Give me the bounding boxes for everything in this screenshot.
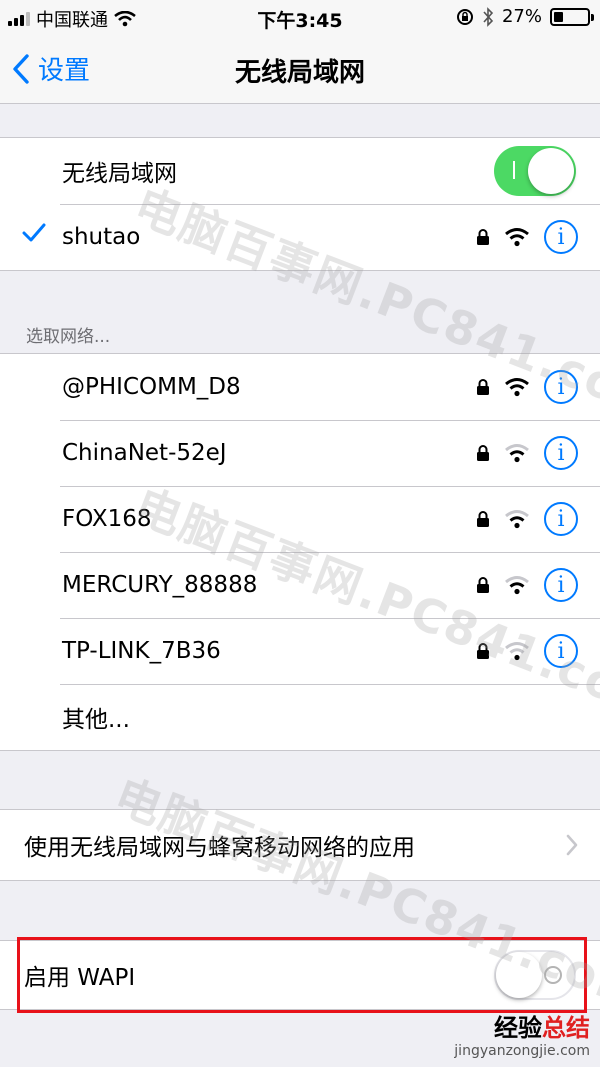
network-name: ChinaNet-52eJ (62, 440, 227, 466)
orientation-lock-icon (456, 8, 473, 25)
network-row[interactable]: ChinaNet-52eJ i (0, 420, 600, 486)
network-accessories: i (476, 220, 578, 254)
wlan-group: 无线局域网 shutao i (0, 137, 600, 271)
logo-main: 经验总结 (454, 1008, 590, 1043)
page-title: 无线局域网 (234, 58, 365, 88)
network-accessories: i (476, 634, 578, 668)
wifi-signal-icon (505, 510, 529, 529)
network-row[interactable]: FOX168 i (0, 486, 600, 552)
other-network-label: 其他... (62, 707, 130, 733)
connected-network-name: shutao (62, 224, 141, 250)
toggle-knob (528, 148, 574, 194)
lock-icon (477, 511, 489, 527)
network-name: MERCURY_88888 (62, 572, 258, 598)
status-right: 27% (456, 6, 594, 27)
nav-bar: 设置 无线局域网 (0, 34, 600, 104)
network-row[interactable]: MERCURY_88888 i (0, 552, 600, 618)
other-network-row[interactable]: 其他... (0, 684, 600, 750)
logo-sub: jingyanzongjie.com (454, 1043, 590, 1059)
apps-group: 使用无线局域网与蜂窝移动网络的应用 (0, 809, 600, 881)
network-name: TP-LINK_7B36 (62, 638, 221, 664)
wifi-signal-icon (505, 444, 529, 463)
lock-icon (477, 643, 489, 659)
wifi-signal-icon (505, 228, 529, 247)
network-accessories: i (476, 568, 578, 602)
info-button[interactable]: i (544, 568, 578, 602)
bluetooth-icon (483, 6, 494, 27)
wifi-signal-icon (505, 378, 529, 397)
lock-icon (477, 229, 489, 245)
lock-icon (477, 577, 489, 593)
info-button[interactable]: i (544, 634, 578, 668)
battery-percent: 27% (501, 6, 542, 27)
network-row[interactable]: TP-LINK_7B36 i (0, 618, 600, 684)
apps-row-label: 使用无线局域网与蜂窝移动网络的应用 (24, 835, 415, 861)
network-accessories: i (476, 436, 578, 470)
logo-main-a: 经验 (494, 1014, 542, 1042)
lock-icon (477, 379, 489, 395)
info-button[interactable]: i (544, 436, 578, 470)
logo-main-b: 总结 (542, 1014, 590, 1042)
network-name: @PHICOMM_D8 (62, 374, 241, 400)
connected-network-row[interactable]: shutao i (0, 204, 600, 270)
wifi-signal-icon (505, 576, 529, 595)
wlan-toggle[interactable] (494, 146, 576, 196)
network-row[interactable]: @PHICOMM_D8 i (0, 354, 600, 420)
wifi-signal-icon (505, 642, 529, 661)
network-accessories: i (476, 502, 578, 536)
highlight-box (17, 937, 587, 1013)
info-button[interactable]: i (544, 502, 578, 536)
apps-row[interactable]: 使用无线局域网与蜂窝移动网络的应用 (0, 810, 600, 880)
network-list: @PHICOMM_D8 i ChinaNet-52eJ i FOX168 i M… (0, 353, 600, 751)
info-button[interactable]: i (544, 370, 578, 404)
site-logo: 经验总结 jingyanzongjie.com (454, 1008, 590, 1059)
checkmark-icon (22, 223, 46, 242)
info-button[interactable]: i (544, 220, 578, 254)
section-header: 选取网络... (26, 327, 111, 347)
network-name: FOX168 (62, 506, 152, 532)
status-bar: 中国联通 下午3:45 27% (0, 0, 600, 34)
wlan-toggle-label: 无线局域网 (62, 161, 177, 187)
battery-level (554, 11, 563, 22)
wlan-toggle-row: 无线局域网 (0, 138, 600, 204)
lock-icon (477, 445, 489, 461)
battery-icon (550, 7, 594, 26)
toggle-on-mark (513, 161, 515, 179)
network-accessories: i (476, 370, 578, 404)
chevron-right-icon (566, 834, 578, 856)
